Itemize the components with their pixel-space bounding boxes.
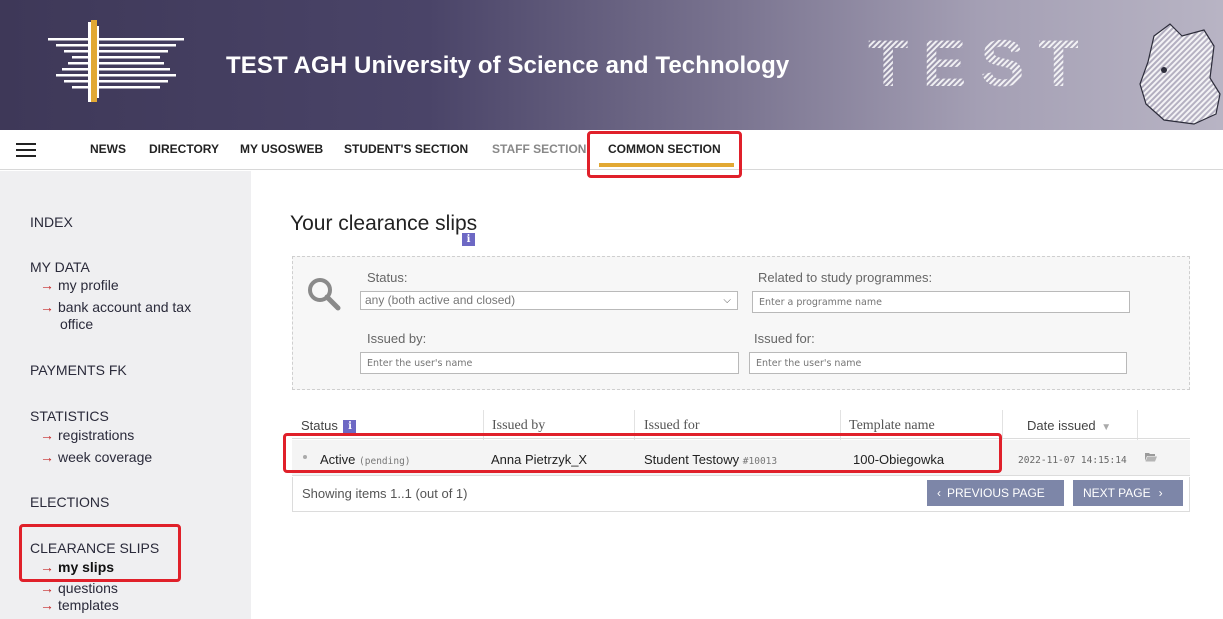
info-icon[interactable]: i — [343, 420, 357, 434]
column-header-template-name[interactable]: Template name — [849, 418, 935, 434]
column-divider — [840, 410, 841, 440]
nav-my-usosweb[interactable]: My USOSweb — [240, 142, 323, 156]
programmes-label: Related to study programmes: — [758, 270, 933, 285]
test-watermark-icon: TEST — [868, 23, 1221, 125]
sidebar-heading-statistics[interactable]: STATISTICS — [30, 408, 109, 424]
column-divider — [634, 410, 635, 440]
row-template-name: 100-Obiegowka — [853, 452, 945, 467]
header-banner: TEST AGH University of Science and Techn… — [0, 0, 1223, 130]
issued-for-label: Issued for: — [754, 331, 815, 346]
column-divider — [1137, 410, 1138, 440]
nav-news[interactable]: News — [90, 142, 126, 156]
university-logo-icon — [48, 20, 184, 102]
issued-by-input[interactable] — [360, 352, 739, 374]
showing-items-text: Showing items 1..1 (out of 1) — [302, 486, 468, 501]
site-title: TEST AGH University of Science and Techn… — [226, 52, 790, 79]
previous-page-button[interactable]: ‹ Previous page — [927, 480, 1064, 506]
sidebar-link-templates[interactable]: → templates — [40, 597, 119, 614]
sidebar-link-registrations[interactable]: → registrations — [40, 427, 134, 444]
sidebar-elections[interactable]: ELECTIONS — [30, 494, 109, 510]
folder-open-icon[interactable] — [1145, 452, 1157, 462]
row-issued-for-id: #10013 — [742, 456, 778, 467]
column-divider — [1002, 410, 1003, 440]
column-header-issued-for[interactable]: Issued for — [644, 418, 700, 434]
hamburger-menu-icon[interactable] — [16, 140, 36, 158]
column-header-date-issued[interactable]: Date issued ▼ — [1027, 418, 1111, 433]
status-dot-icon — [303, 455, 307, 459]
nav-staff-section[interactable]: Staff section — [492, 142, 586, 156]
sidebar-index[interactable]: INDEX — [30, 214, 73, 230]
table-header-line — [292, 438, 1190, 439]
next-page-button[interactable]: Next page › — [1073, 480, 1183, 506]
chevron-down-icon: ⌵ — [723, 295, 731, 306]
issued-for-input[interactable] — [749, 352, 1127, 374]
page-title: Your clearance slips — [290, 212, 478, 235]
row-status-note: (pending) — [359, 456, 411, 467]
column-header-issued-by[interactable]: Issued by — [492, 418, 545, 434]
sidebar-link-my-slips[interactable]: → my slips — [40, 559, 114, 576]
sidebar-heading-clearance-slips[interactable]: CLEARANCE SLIPS — [30, 540, 159, 556]
row-status: Active (pending) — [320, 452, 411, 467]
chevron-left-icon: ‹ — [937, 486, 941, 500]
sidebar-link-bank-account-cont[interactable]: office — [60, 316, 93, 333]
active-tab-underline — [599, 163, 734, 167]
status-label: Status: — [367, 270, 408, 285]
sidebar-link-questions[interactable]: → questions — [40, 580, 118, 597]
programme-search-input[interactable] — [752, 291, 1130, 313]
row-date-issued: 2022-11-07 14:15:14 — [1018, 455, 1127, 466]
svg-text:TEST: TEST — [868, 26, 1093, 100]
sidebar-link-week-coverage[interactable]: → week coverage — [40, 449, 152, 466]
row-issued-for: Student Testowy #10013 — [644, 452, 778, 467]
sidebar-payments[interactable]: PAYMENTS FK — [30, 362, 127, 378]
row-issued-by: Anna Pietrzyk_X — [491, 452, 588, 467]
nav-directory[interactable]: Directory — [149, 142, 219, 156]
sidebar-link-bank-account[interactable]: → bank account and tax — [40, 299, 191, 316]
status-select[interactable]: any (both active and closed) ⌵ — [360, 291, 738, 310]
nav-common-section[interactable]: Common section — [608, 142, 721, 156]
sort-desc-icon: ▼ — [1101, 422, 1112, 433]
sidebar-link-my-profile[interactable]: → my profile — [40, 277, 119, 294]
info-icon[interactable]: i — [462, 233, 475, 246]
sidebar-heading-my-data[interactable]: MY DATA — [30, 259, 90, 275]
nav-students-section[interactable]: Student's section — [344, 142, 468, 156]
column-divider — [483, 410, 484, 440]
column-header-status[interactable]: Status i — [301, 418, 357, 434]
issued-by-label: Issued by: — [367, 331, 427, 346]
chevron-right-icon: › — [1158, 486, 1163, 500]
search-icon — [308, 278, 341, 311]
status-select-value: any (both active and closed) — [365, 293, 516, 307]
